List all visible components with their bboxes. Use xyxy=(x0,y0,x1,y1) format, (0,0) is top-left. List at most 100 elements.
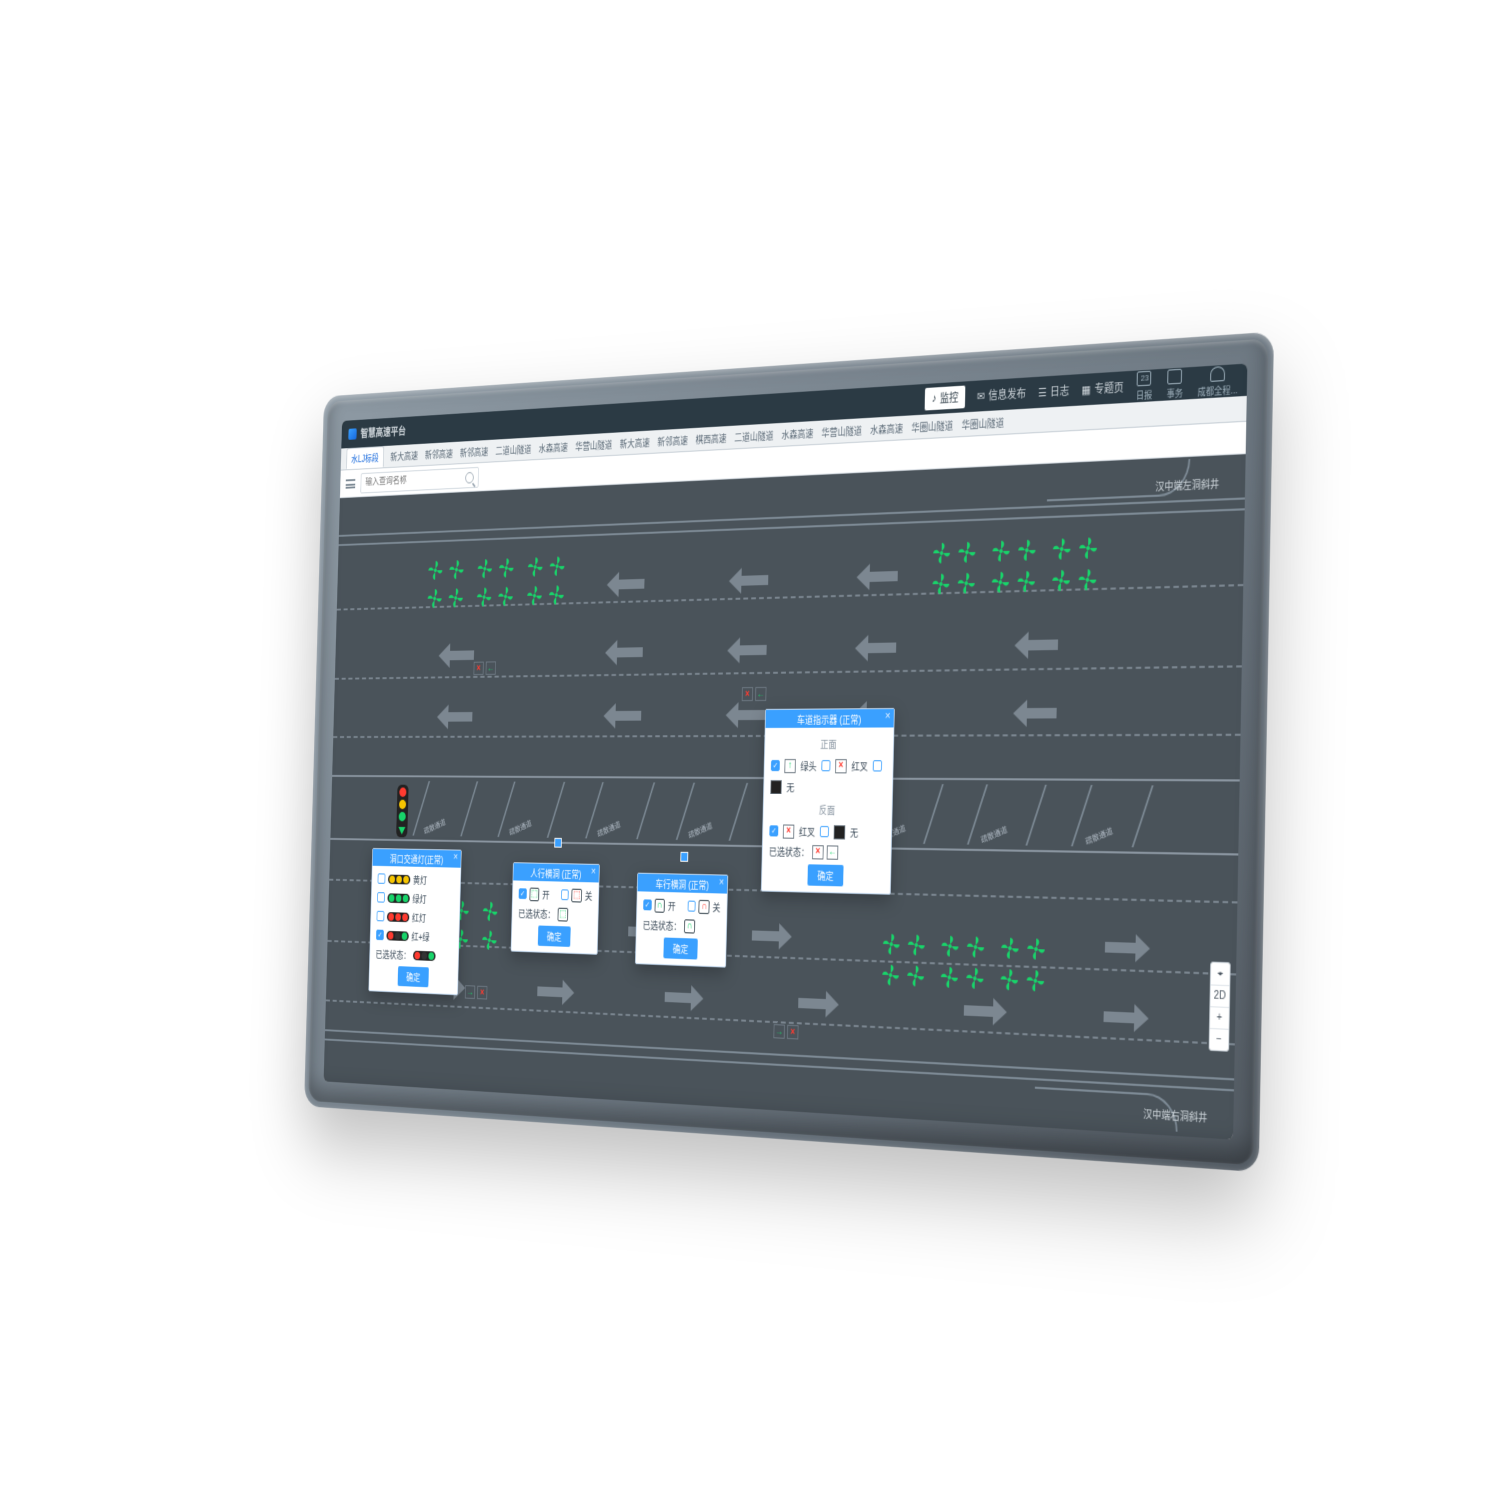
fan-icon[interactable] xyxy=(1016,569,1037,595)
fan-icon[interactable] xyxy=(481,900,499,923)
search-icon[interactable] xyxy=(465,471,474,483)
checkbox[interactable]: ✓ xyxy=(519,888,527,899)
fan-icon[interactable] xyxy=(999,935,1020,961)
fan-icon[interactable] xyxy=(1016,537,1037,563)
status-x-icon: × xyxy=(812,845,824,859)
popup-ped-title: 人行横洞 (正常) xyxy=(530,865,581,881)
fan-icon[interactable] xyxy=(497,585,515,608)
checkbox[interactable] xyxy=(687,901,695,912)
fan-icon[interactable] xyxy=(426,587,443,610)
tab-5[interactable]: 水森高速 xyxy=(539,439,569,455)
fan-icon[interactable] xyxy=(905,963,926,989)
nav-publish[interactable]: ✉ 信息发布 xyxy=(977,385,1026,405)
tab-1[interactable]: 新大高速 xyxy=(390,448,418,464)
tab-2[interactable]: 新邻高速 xyxy=(425,446,453,462)
tab-14[interactable]: 华圈山隧道 xyxy=(911,417,953,435)
fan-icon[interactable] xyxy=(990,570,1011,596)
tab-12[interactable]: 华营山隧道 xyxy=(821,422,862,439)
fan-icon[interactable] xyxy=(956,571,977,596)
fan-icon[interactable] xyxy=(990,538,1011,564)
confirm-button[interactable]: 确定 xyxy=(538,925,571,946)
tunnel-canvas[interactable]: 汉中端左洞斜井 汉中端右洞斜井 ×←×←→×→× 疏散通道疏散通道疏散通道疏散通… xyxy=(324,454,1246,1139)
nav-monitor[interactable]: ♪ 监控 xyxy=(925,386,965,411)
fan-icon[interactable] xyxy=(881,932,901,957)
fan-icon[interactable] xyxy=(906,932,927,957)
device-marker[interactable] xyxy=(680,852,688,862)
mode-button[interactable]: 2D xyxy=(1210,984,1229,1007)
checkbox[interactable]: ✓ xyxy=(643,899,651,910)
locate-button[interactable]: ⌖ xyxy=(1211,963,1230,985)
fan-icon[interactable] xyxy=(1077,567,1099,593)
tab-3[interactable]: 新邻高速 xyxy=(460,444,489,460)
close-icon[interactable]: × xyxy=(591,866,596,878)
fan-icon[interactable] xyxy=(1050,568,1072,594)
checkbox[interactable] xyxy=(873,760,882,771)
topright-chengdu[interactable]: 成都全程... xyxy=(1197,365,1238,399)
confirm-button[interactable]: 确定 xyxy=(398,966,429,987)
fan-icon[interactable] xyxy=(964,965,985,991)
tab-8[interactable]: 新邻高速 xyxy=(657,432,688,448)
tab-6[interactable]: 华营山隧道 xyxy=(575,437,612,454)
fan-icon[interactable] xyxy=(480,928,498,952)
close-icon[interactable]: × xyxy=(885,710,891,722)
fan-icon[interactable] xyxy=(476,557,494,580)
fan-icon[interactable] xyxy=(548,554,566,578)
lane-sign-pair[interactable]: →× xyxy=(465,985,488,999)
fan-icon[interactable] xyxy=(1051,536,1073,562)
tab-13[interactable]: 水森高速 xyxy=(870,420,903,437)
tab-10[interactable]: 二道山隧道 xyxy=(734,427,774,444)
fan-icon[interactable] xyxy=(526,555,544,579)
checkbox[interactable] xyxy=(561,889,569,900)
device-marker[interactable] xyxy=(554,838,562,848)
fan-icon[interactable] xyxy=(931,540,952,565)
menu-icon[interactable] xyxy=(346,479,356,489)
fan-icon[interactable] xyxy=(956,540,977,565)
close-icon[interactable]: × xyxy=(453,851,458,862)
fan-icon[interactable] xyxy=(448,558,466,581)
checkbox[interactable]: ✓ xyxy=(771,760,780,771)
tab-11[interactable]: 水森高速 xyxy=(781,425,813,442)
lane-arrow-icon: → xyxy=(773,1024,785,1039)
checkbox[interactable] xyxy=(378,873,386,883)
tab-15[interactable]: 华圈山隧道 xyxy=(961,414,1004,432)
checkbox[interactable]: ✓ xyxy=(769,825,778,836)
fan-icon[interactable] xyxy=(497,556,515,579)
fan-icon[interactable] xyxy=(1077,535,1099,561)
zoom-out-button[interactable]: − xyxy=(1210,1028,1229,1051)
fan-icon[interactable] xyxy=(965,934,986,960)
checkbox[interactable] xyxy=(821,760,830,771)
checkbox[interactable] xyxy=(377,892,385,903)
lane-sign-pair[interactable]: →× xyxy=(773,1024,798,1039)
zoom-in-button[interactable]: + xyxy=(1210,1006,1229,1029)
lane-sign-pair[interactable]: ×← xyxy=(742,687,767,701)
fan-icon[interactable] xyxy=(547,583,565,607)
lane-sign-pair[interactable]: ×← xyxy=(473,661,495,675)
traffic-light-device[interactable] xyxy=(396,785,409,838)
checkbox[interactable] xyxy=(377,911,385,922)
checkbox[interactable] xyxy=(820,826,829,837)
confirm-button[interactable]: 确定 xyxy=(807,864,843,886)
fan-icon[interactable] xyxy=(940,933,961,959)
checkbox[interactable]: ✓ xyxy=(376,930,384,941)
nav-topic[interactable]: ▦ 专题页 xyxy=(1081,379,1123,398)
fan-icon[interactable] xyxy=(475,585,493,608)
topright-date[interactable]: 23 日报 xyxy=(1136,370,1153,402)
fan-icon[interactable] xyxy=(999,967,1020,993)
fan-icon[interactable] xyxy=(880,962,900,988)
nav-log[interactable]: ☰ 日志 xyxy=(1038,382,1070,401)
close-icon[interactable]: × xyxy=(719,876,724,888)
fan-icon[interactable] xyxy=(427,559,444,582)
tab-4[interactable]: 二道山隧道 xyxy=(495,441,531,457)
tab-7[interactable]: 新大高速 xyxy=(620,434,650,450)
search-input[interactable] xyxy=(365,472,465,487)
confirm-button[interactable]: 确定 xyxy=(663,937,697,959)
tab-9[interactable]: 棋西高速 xyxy=(695,430,726,447)
fan-icon[interactable] xyxy=(939,965,960,991)
fan-icon[interactable] xyxy=(1025,936,1046,962)
fan-icon[interactable] xyxy=(447,586,465,609)
topright-event[interactable]: 事务 xyxy=(1166,368,1183,400)
fan-icon[interactable] xyxy=(931,571,952,596)
fan-icon[interactable] xyxy=(525,584,543,607)
fan-icon[interactable] xyxy=(1025,968,1046,994)
tab-0[interactable]: 水LJ标段 xyxy=(346,446,384,469)
